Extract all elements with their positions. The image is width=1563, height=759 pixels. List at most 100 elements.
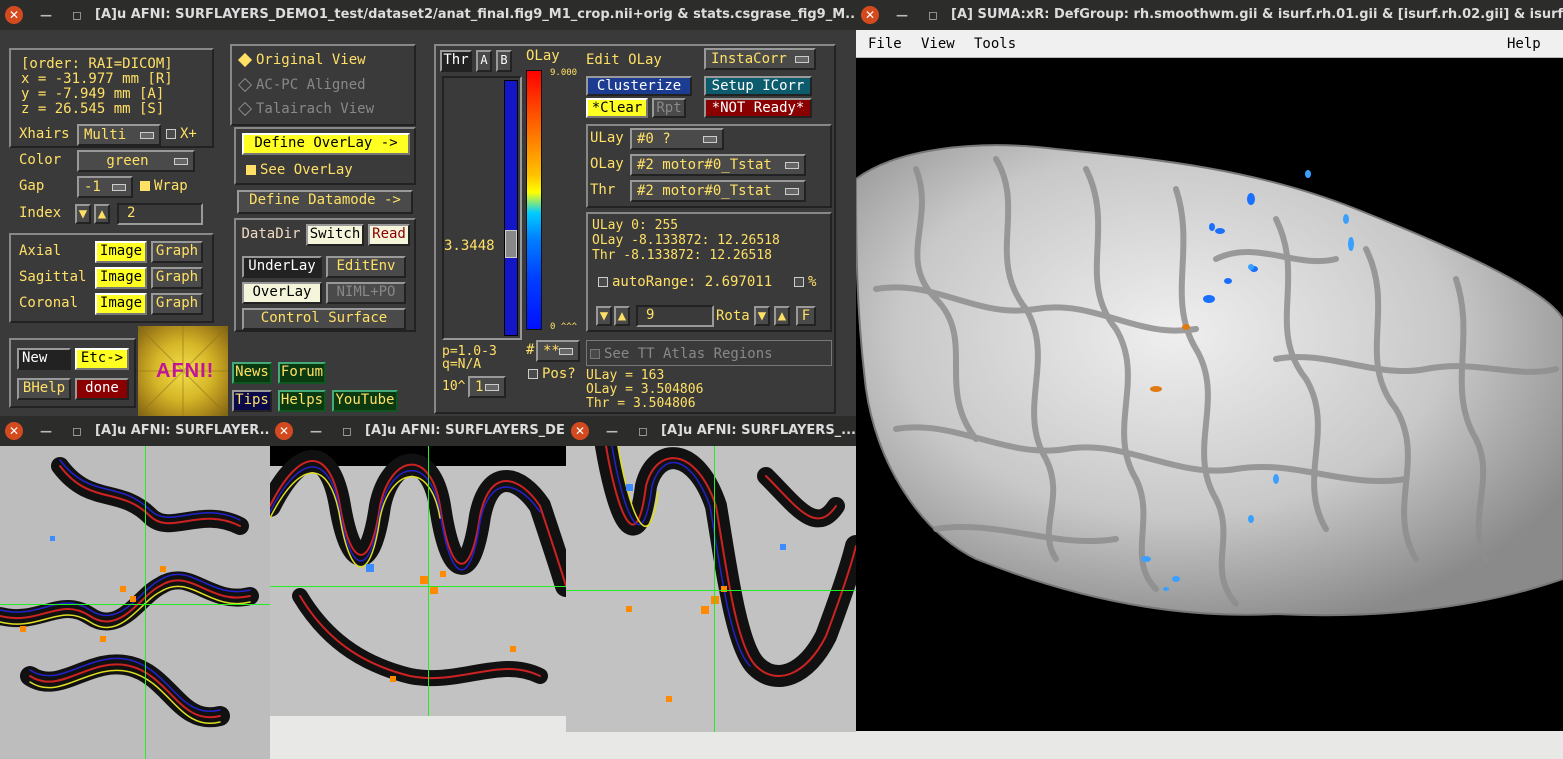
sagittal-title-bar[interactable]: ✕ — ◻ [A]u AFNI: SURFLAYERS_DE...: [270, 416, 566, 446]
datadir-button[interactable]: DataDir: [238, 224, 304, 246]
axial-graph-button[interactable]: Graph: [151, 241, 203, 263]
thr-label[interactable]: Thr: [440, 50, 472, 72]
coronal-image-button[interactable]: Image: [95, 293, 147, 315]
new-button[interactable]: New: [17, 348, 71, 370]
coord-order[interactable]: [order: RAI=DICOM]: [21, 56, 173, 72]
minimize-icon[interactable]: —: [40, 0, 52, 30]
coord-z[interactable]: z = 26.545 mm [S]: [21, 101, 164, 117]
close-icon[interactable]: ✕: [5, 6, 23, 24]
sagittal-image-button[interactable]: Image: [95, 267, 147, 289]
original-view-radio[interactable]: Original View: [237, 52, 366, 68]
clear-button[interactable]: *Clear: [586, 98, 648, 118]
underlay-button[interactable]: UnderLay: [242, 256, 322, 278]
youtube-button[interactable]: YouTube: [332, 390, 398, 412]
talairach-view-radio[interactable]: Talairach View: [237, 101, 374, 117]
threshold-slider-thumb[interactable]: [505, 230, 517, 258]
afni-logo[interactable]: AFNI!: [138, 326, 228, 416]
maximize-icon[interactable]: ◻: [638, 416, 648, 446]
sagittal-graph-button[interactable]: Graph: [151, 267, 203, 289]
rota-down-arrow-icon[interactable]: ▼: [596, 306, 612, 326]
tools-menu[interactable]: Tools: [974, 30, 1016, 58]
close-icon[interactable]: ✕: [861, 6, 879, 24]
val-thr: Thr = 3.504806: [586, 396, 696, 411]
axial-title-bar[interactable]: ✕ — ◻ [A]u AFNI: SURFLAYER...: [0, 416, 270, 446]
view-menu[interactable]: View: [921, 30, 955, 58]
axial-image-button[interactable]: Image: [95, 241, 147, 263]
olay-menu[interactable]: #2 motor#0_Tstat: [630, 154, 806, 176]
pos-toggle[interactable]: Pos?: [528, 366, 576, 382]
helps-button[interactable]: Helps: [278, 390, 326, 412]
done-button[interactable]: done: [75, 378, 129, 400]
coronal-slice-image[interactable]: [566, 446, 856, 732]
afni-title-bar[interactable]: ✕ — ◻ [A]u AFNI: SURFLAYERS_DEMO1_test/d…: [0, 0, 856, 30]
exp-menu[interactable]: 1: [468, 376, 506, 398]
overlay-button[interactable]: OverLay: [242, 282, 322, 304]
thr-a-button[interactable]: A: [476, 50, 492, 72]
threshold-slider[interactable]: [504, 80, 518, 336]
niml-po-button[interactable]: NIML+PO: [326, 282, 406, 304]
acpc-view-radio[interactable]: AC-PC Aligned: [237, 77, 366, 93]
suma-viewport[interactable]: [856, 59, 1563, 731]
rota-up2-arrow-icon[interactable]: ▲: [774, 306, 790, 326]
instacorr-menu[interactable]: InstaCorr: [704, 48, 816, 70]
gap-menu[interactable]: -1: [77, 176, 133, 198]
rota-up-arrow-icon[interactable]: ▲: [614, 306, 630, 326]
maximize-icon[interactable]: ◻: [72, 0, 82, 30]
f-button[interactable]: F: [796, 306, 816, 326]
sagittal-slice-image[interactable]: [270, 446, 566, 716]
minimize-icon[interactable]: —: [310, 416, 322, 446]
close-icon[interactable]: ✕: [275, 422, 293, 440]
setup-icorr-button[interactable]: Setup ICorr: [704, 76, 812, 96]
color-menu[interactable]: green: [77, 150, 195, 172]
xhairs-menu[interactable]: Multi: [77, 124, 161, 146]
coord-y[interactable]: y = -7.949 mm [A]: [21, 86, 164, 102]
switch-button[interactable]: Switch: [306, 224, 364, 246]
edit-olay-label[interactable]: Edit OLay: [586, 52, 662, 68]
define-overlay-button[interactable]: Define OverLay ->: [242, 133, 410, 155]
define-datamode-button[interactable]: Define Datamode ->: [237, 190, 413, 214]
checkbox-icon: [794, 277, 804, 287]
etc-button[interactable]: Etc->: [75, 348, 129, 370]
rota-down2-arrow-icon[interactable]: ▼: [754, 306, 770, 326]
bhelp-button[interactable]: BHelp: [17, 378, 71, 400]
close-icon[interactable]: ✕: [571, 422, 589, 440]
index-input[interactable]: 2: [117, 203, 203, 225]
rota-input[interactable]: 9: [636, 305, 714, 327]
close-icon[interactable]: ✕: [5, 422, 23, 440]
minimize-icon[interactable]: —: [40, 416, 52, 446]
thr-b-button[interactable]: B: [496, 50, 512, 72]
tips-button[interactable]: Tips: [232, 390, 272, 412]
maximize-icon[interactable]: ◻: [72, 416, 82, 446]
checkbox-icon: [528, 369, 538, 379]
maximize-icon[interactable]: ◻: [928, 0, 938, 30]
thr-menu[interactable]: #2 motor#0_Tstat: [630, 180, 806, 202]
file-menu[interactable]: File: [868, 30, 902, 58]
minimize-icon[interactable]: —: [606, 416, 618, 446]
index-label: Index: [19, 205, 62, 221]
read-button[interactable]: Read: [368, 224, 410, 246]
editenv-button[interactable]: EditEnv: [326, 256, 406, 278]
see-overlay-toggle[interactable]: See OverLay: [246, 162, 353, 178]
maximize-icon[interactable]: ◻: [342, 416, 352, 446]
coronal-graph-button[interactable]: Graph: [151, 293, 203, 315]
control-surface-button[interactable]: Control Surface: [242, 308, 406, 330]
index-up-arrow-icon[interactable]: ▲: [94, 204, 110, 224]
suma-title-bar[interactable]: ✕ — ◻ [A] SUMA:xR: DefGroup: rh.smoothwm…: [856, 0, 1563, 30]
index-down-arrow-icon[interactable]: ▼: [75, 204, 91, 224]
stars-menu[interactable]: **: [536, 340, 580, 362]
autorange-toggle[interactable]: autoRange: 2.697011: [598, 274, 772, 290]
forum-button[interactable]: Forum: [278, 362, 326, 384]
ulay-menu[interactable]: #0 ?: [630, 128, 724, 150]
percent-toggle[interactable]: %: [794, 274, 816, 290]
xplus-toggle[interactable]: X+: [166, 126, 197, 142]
olay-colorbar[interactable]: [526, 70, 542, 330]
minimize-icon[interactable]: —: [896, 0, 908, 30]
rpt-button[interactable]: Rpt: [652, 98, 686, 118]
news-button[interactable]: News: [232, 362, 272, 384]
clusterize-button[interactable]: Clusterize: [586, 76, 692, 96]
coronal-title-bar[interactable]: ✕ — ◻ [A]u AFNI: SURFLAYERS_...: [566, 416, 856, 446]
help-menu[interactable]: Help: [1507, 30, 1541, 58]
axial-slice-image[interactable]: [0, 446, 270, 759]
wrap-toggle[interactable]: Wrap: [140, 178, 188, 194]
coord-x[interactable]: x = -31.977 mm [R]: [21, 71, 173, 87]
